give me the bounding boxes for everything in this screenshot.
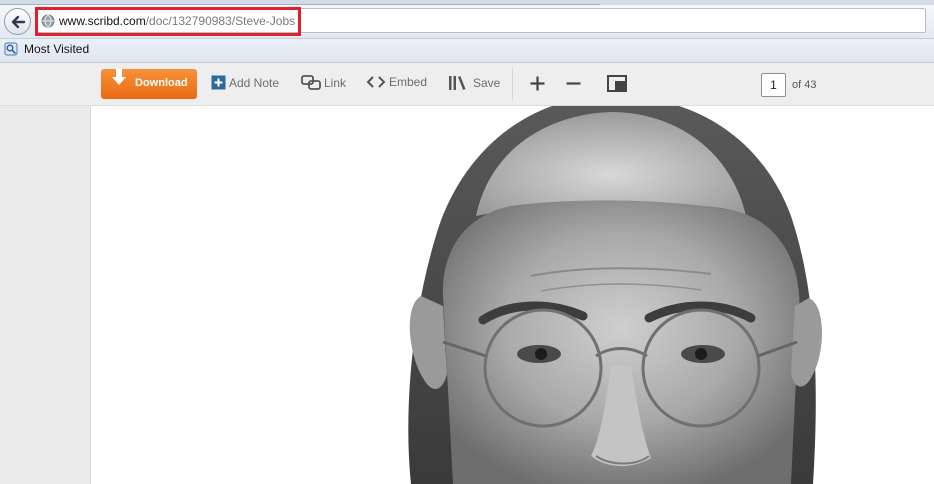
link-label: Link: [324, 75, 347, 90]
back-button[interactable]: [4, 8, 31, 35]
download-button[interactable]: Download: [101, 69, 197, 99]
library-save-icon: [449, 76, 466, 90]
zoom-in-button[interactable]: [530, 76, 545, 91]
bookmark-label: Most Visited: [24, 42, 90, 56]
back-arrow-icon: [11, 15, 25, 28]
navigation-bar: www.scribd.com/doc/132790983/Steve-Jobs: [0, 5, 934, 39]
download-label: Download: [135, 77, 188, 89]
add-note-icon: [211, 75, 226, 90]
bookmark-most-visited[interactable]: Most Visited: [4, 42, 89, 56]
address-bar[interactable]: www.scribd.com/doc/132790983/Steve-Jobs: [35, 7, 926, 36]
zoom-out-button[interactable]: [566, 76, 581, 91]
add-note-button[interactable]: Add Note: [211, 75, 279, 90]
url-highlight-box: [35, 7, 301, 36]
save-button[interactable]: Save: [448, 75, 500, 91]
document-toolbar: Download Add Note Link Embed Save 1 of 4…: [0, 63, 934, 106]
bookmarks-toolbar: Most Visited: [0, 39, 934, 63]
page-total-label: of 43: [792, 79, 817, 91]
link-icon: [301, 75, 321, 90]
fullscreen-icon: [607, 75, 627, 92]
fullscreen-button[interactable]: [607, 75, 627, 92]
embed-button[interactable]: Embed: [366, 75, 427, 89]
embed-icon: [366, 76, 386, 88]
page-number-input[interactable]: [761, 73, 786, 97]
save-label: Save: [473, 76, 501, 90]
document-side-gutter: [0, 106, 90, 484]
plus-icon: [530, 76, 545, 91]
embed-label: Embed: [389, 75, 428, 89]
link-button[interactable]: Link: [301, 75, 346, 90]
toolbar-divider: [512, 67, 513, 101]
add-note-label: Add Note: [229, 75, 280, 90]
download-arrow-icon: [112, 69, 126, 85]
portrait-photo: [408, 106, 822, 484]
most-visited-icon: [4, 42, 18, 56]
document-page[interactable]: [90, 106, 934, 484]
minus-icon: [566, 82, 581, 85]
